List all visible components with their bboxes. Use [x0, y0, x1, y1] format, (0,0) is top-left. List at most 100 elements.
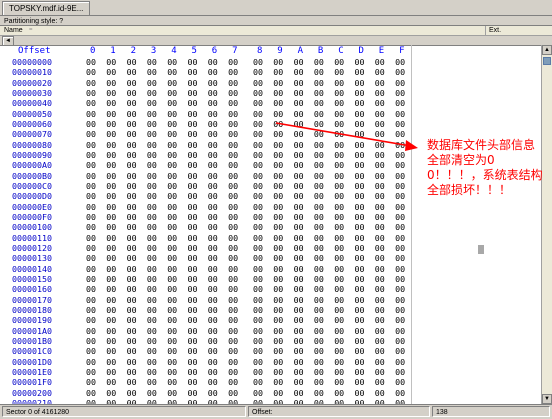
hex-byte-cell[interactable]: 00	[253, 191, 263, 201]
hex-byte-cell[interactable]: 00	[86, 88, 96, 98]
hex-byte-cell[interactable]: 00	[86, 181, 96, 191]
hex-byte-cell[interactable]: 00	[127, 119, 137, 129]
hex-byte-cell[interactable]: 00	[208, 222, 218, 232]
hex-byte-cell[interactable]: 00	[334, 274, 344, 284]
hex-byte-cell[interactable]: 00	[188, 202, 198, 212]
hex-byte-cell[interactable]: 00	[188, 191, 198, 201]
hex-byte-cell[interactable]: 00	[86, 388, 96, 398]
hex-byte-cell[interactable]: 00	[294, 305, 304, 315]
hex-byte-cell[interactable]: 00	[355, 284, 365, 294]
hex-byte-cell[interactable]: 00	[355, 160, 365, 170]
hex-byte-cell[interactable]: 00	[86, 336, 96, 346]
hex-byte-cell[interactable]: 00	[314, 357, 324, 367]
hex-byte-cell[interactable]: 00	[188, 253, 198, 263]
hex-byte-cell[interactable]: 00	[355, 233, 365, 243]
hex-byte-cell[interactable]: 00	[395, 326, 405, 336]
hex-byte-cell[interactable]: 00	[314, 160, 324, 170]
hex-byte-cell[interactable]: 00	[147, 222, 157, 232]
hex-byte-cell[interactable]: 00	[253, 253, 263, 263]
hex-byte-cell[interactable]: 00	[106, 336, 116, 346]
hex-byte-cell[interactable]: 00	[188, 377, 198, 387]
hex-byte-cell[interactable]: 00	[188, 57, 198, 67]
hex-byte-cell[interactable]: 00	[253, 78, 263, 88]
hex-byte-cell[interactable]: 00	[208, 78, 218, 88]
hex-byte-cell[interactable]: 00	[314, 377, 324, 387]
hex-byte-cell[interactable]: 00	[355, 336, 365, 346]
hex-byte-cell[interactable]: 00	[334, 78, 344, 88]
hex-byte-cell[interactable]: 00	[86, 119, 96, 129]
hex-byte-cell[interactable]: 00	[253, 140, 263, 150]
hex-byte-cell[interactable]: 00	[395, 67, 405, 77]
ext-column-header[interactable]: Ext.	[485, 26, 501, 35]
hex-byte-cell[interactable]: 00	[228, 57, 238, 67]
hex-byte-cell[interactable]: 00	[314, 129, 324, 139]
hex-byte-cell[interactable]: 00	[294, 253, 304, 263]
hex-byte-cell[interactable]: 00	[334, 253, 344, 263]
hex-byte-cell[interactable]: 00	[314, 295, 324, 305]
hex-byte-cell[interactable]: 00	[147, 388, 157, 398]
hex-byte-cell[interactable]: 00	[208, 98, 218, 108]
hex-byte-cell[interactable]: 00	[188, 222, 198, 232]
hex-byte-cell[interactable]: 00	[106, 305, 116, 315]
hex-byte-cell[interactable]: 00	[355, 150, 365, 160]
hex-byte-cell[interactable]: 00	[355, 377, 365, 387]
hex-byte-cell[interactable]: 00	[395, 129, 405, 139]
hex-byte-cell[interactable]: 00	[294, 336, 304, 346]
hex-byte-cell[interactable]: 00	[355, 171, 365, 181]
hex-byte-cell[interactable]: 00	[375, 367, 385, 377]
hex-byte-cell[interactable]: 00	[127, 78, 137, 88]
hex-byte-cell[interactable]: 00	[147, 150, 157, 160]
hex-byte-cell[interactable]: 00	[147, 129, 157, 139]
hex-byte-cell[interactable]: 00	[375, 284, 385, 294]
hex-byte-cell[interactable]: 00	[147, 377, 157, 387]
hex-byte-cell[interactable]: 00	[228, 202, 238, 212]
hex-byte-cell[interactable]: 00	[167, 346, 177, 356]
hex-byte-cell[interactable]: 00	[253, 284, 263, 294]
hex-byte-cell[interactable]: 00	[188, 150, 198, 160]
hex-byte-cell[interactable]: 00	[355, 78, 365, 88]
hex-byte-cell[interactable]: 00	[375, 129, 385, 139]
hex-byte-cell[interactable]: 00	[294, 160, 304, 170]
hex-byte-cell[interactable]: 00	[167, 171, 177, 181]
hex-byte-cell[interactable]: 00	[228, 243, 238, 253]
hex-byte-cell[interactable]: 00	[375, 253, 385, 263]
hex-byte-cell[interactable]: 00	[314, 367, 324, 377]
hex-byte-cell[interactable]: 00	[106, 367, 116, 377]
hex-byte-cell[interactable]: 00	[127, 160, 137, 170]
hex-byte-cell[interactable]: 00	[273, 336, 283, 346]
hex-byte-cell[interactable]: 00	[167, 88, 177, 98]
hex-byte-cell[interactable]: 00	[106, 357, 116, 367]
hex-byte-cell[interactable]: 00	[147, 202, 157, 212]
hex-byte-cell[interactable]: 00	[395, 367, 405, 377]
hex-byte-cell[interactable]: 00	[253, 129, 263, 139]
hex-byte-cell[interactable]: 00	[106, 315, 116, 325]
hex-byte-cell[interactable]: 00	[334, 129, 344, 139]
hex-byte-cell[interactable]: 00	[127, 181, 137, 191]
hex-byte-cell[interactable]: 00	[106, 109, 116, 119]
hex-byte-cell[interactable]: 00	[208, 233, 218, 243]
hex-byte-cell[interactable]: 00	[167, 191, 177, 201]
hex-byte-cell[interactable]: 00	[294, 191, 304, 201]
hex-byte-cell[interactable]: 00	[127, 171, 137, 181]
hex-byte-cell[interactable]: 00	[273, 150, 283, 160]
hex-byte-cell[interactable]: 00	[208, 274, 218, 284]
hex-byte-cell[interactable]: 00	[314, 388, 324, 398]
hex-byte-cell[interactable]: 00	[273, 202, 283, 212]
hex-byte-cell[interactable]: 00	[167, 67, 177, 77]
hex-byte-cell[interactable]: 00	[294, 67, 304, 77]
hex-byte-cell[interactable]: 00	[208, 191, 218, 201]
hex-byte-cell[interactable]: 00	[334, 88, 344, 98]
hex-byte-cell[interactable]: 00	[86, 160, 96, 170]
hex-byte-cell[interactable]: 00	[294, 346, 304, 356]
hex-byte-cell[interactable]: 00	[273, 377, 283, 387]
hex-byte-cell[interactable]: 00	[314, 346, 324, 356]
hex-byte-cell[interactable]: 00	[147, 346, 157, 356]
hex-byte-cell[interactable]: 00	[147, 160, 157, 170]
hex-byte-cell[interactable]: 00	[106, 202, 116, 212]
hex-byte-cell[interactable]: 00	[228, 181, 238, 191]
hex-byte-cell[interactable]: 00	[314, 88, 324, 98]
hex-byte-cell[interactable]: 00	[127, 357, 137, 367]
hex-byte-cell[interactable]: 00	[147, 274, 157, 284]
hex-byte-cell[interactable]: 00	[188, 181, 198, 191]
hex-byte-cell[interactable]: 00	[228, 326, 238, 336]
